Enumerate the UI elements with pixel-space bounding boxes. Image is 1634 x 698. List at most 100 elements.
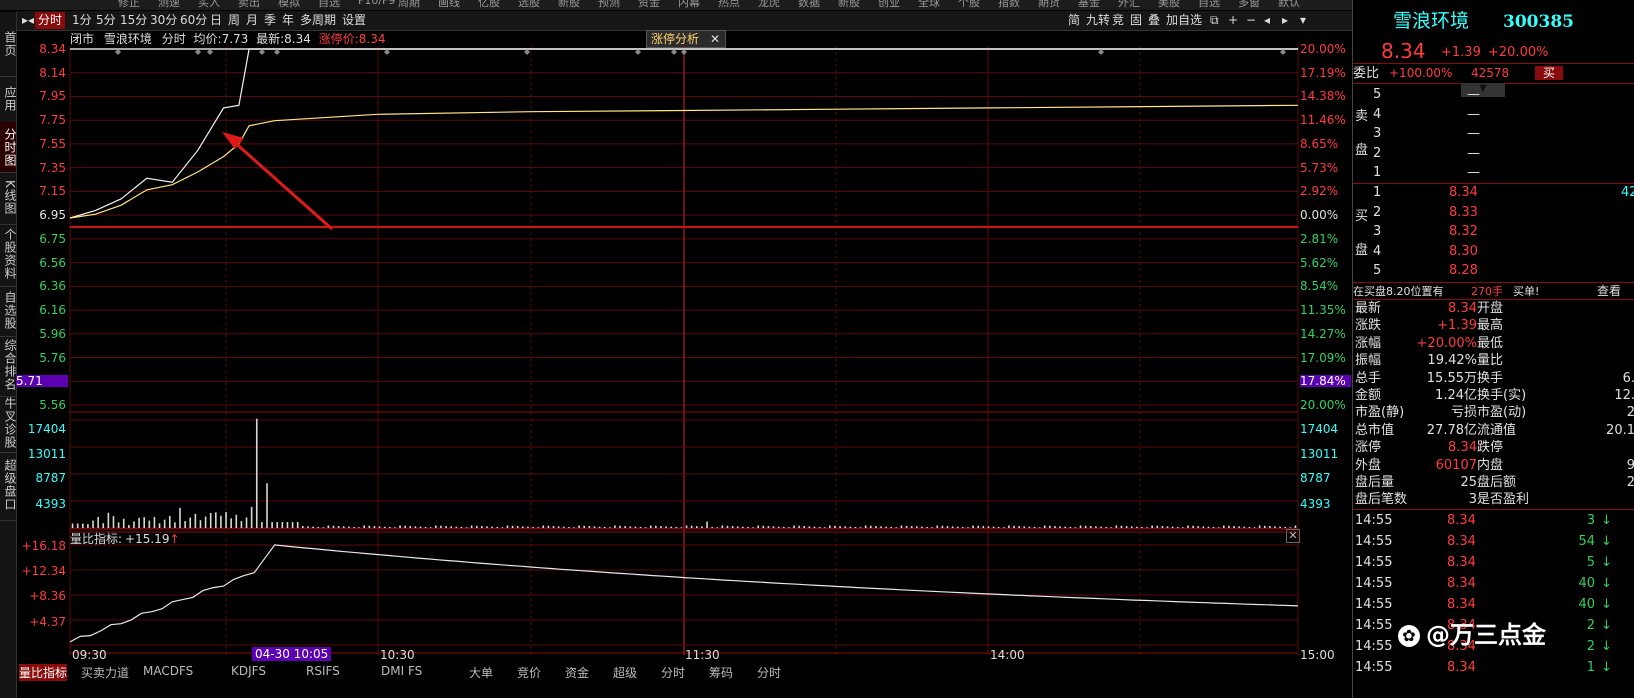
weicha-value: 42578 <box>1471 66 1510 80</box>
indicator-tab[interactable]: 分时 <box>757 664 781 681</box>
up-arrow-icon: ↑ <box>169 532 180 546</box>
trade-price: 8.34 <box>1447 555 1476 570</box>
annotation-arrow <box>231 138 333 231</box>
stat-label: 振幅 <box>1355 353 1382 369</box>
down-arrow-icon: ↓ <box>1601 576 1612 591</box>
price-tick-label: 8.14 <box>39 65 66 80</box>
volume-tick-label-right: 8787 <box>1300 471 1331 485</box>
event-marker <box>671 49 677 55</box>
stat-label: 最新 <box>1355 301 1382 316</box>
price-tick-label: 5.56 <box>39 398 66 412</box>
bid-price: 8.28 <box>1449 263 1478 278</box>
position-action: 买单! <box>1513 285 1540 298</box>
indicator-title: 量比指标: +15.19↑ <box>70 530 180 547</box>
down-arrow-icon: ↓ <box>1601 618 1612 633</box>
indicator-tab[interactable]: KDJFS <box>231 664 266 678</box>
stat-label-2: 换手 <box>1477 370 1504 386</box>
event-marker <box>195 49 201 55</box>
trade-price: 8.34 <box>1447 534 1476 549</box>
pct-tick-label: 2.81% <box>1300 231 1339 246</box>
bid-level: 5 <box>1373 263 1382 278</box>
indicator-tick-label: +16.18 <box>21 539 66 553</box>
trade-time: 14:55 <box>1355 576 1393 591</box>
ask-price: — <box>1467 106 1480 122</box>
pct-tick-label: 20.00% <box>1300 42 1346 56</box>
stat-label: 市盈(静) <box>1355 405 1405 421</box>
indicator-tab[interactable]: 超级 <box>613 664 637 681</box>
bid-volume: 42 <box>1621 185 1634 200</box>
price-tick-label: 6.56 <box>39 255 66 270</box>
trade-time: 14:55 <box>1355 597 1393 612</box>
quote-pct: +20.00% <box>1488 45 1549 60</box>
trade-volume: 3 <box>1586 513 1595 528</box>
stat-value: 27.78亿 <box>1426 422 1477 438</box>
bid-level: 2 <box>1373 204 1382 220</box>
bid-price: 8.30 <box>1449 243 1478 259</box>
price-tick-label: 5.96 <box>39 326 66 341</box>
indicator-tab[interactable]: DMI FS <box>381 664 422 678</box>
indicator-name: 量比指标: <box>70 532 123 546</box>
stat-label: 总手 <box>1355 370 1382 386</box>
pct-tick-label: 14.38% <box>1300 89 1346 104</box>
stat-value: 25 <box>1460 475 1477 490</box>
view-link[interactable]: 查看 <box>1597 283 1621 300</box>
stat-label: 涨跌 <box>1355 318 1382 334</box>
indicator-tab[interactable]: RSIFS <box>306 664 340 678</box>
stat-label-2: 跌停 <box>1477 440 1504 456</box>
price-tick-label: 6.95 <box>39 208 66 223</box>
indicator-tab[interactable]: 资金 <box>565 664 589 681</box>
buy-button[interactable]: 买 <box>1535 66 1564 80</box>
indicator-tab[interactable]: 分时 <box>661 664 685 681</box>
indicator-tab[interactable]: 买卖力道 <box>81 664 129 681</box>
price-tick-label: 6.75 <box>39 231 66 246</box>
indicator-tab[interactable]: 筹码 <box>709 664 733 681</box>
stat-value-2: 2 <box>1626 475 1634 490</box>
ask-level: 2 <box>1373 145 1382 161</box>
time-tick-label: 14:00 <box>990 648 1025 662</box>
weibi-label: 委比 <box>1353 66 1380 81</box>
volume-tick-label: 4393 <box>35 497 66 511</box>
buy-side-label: 买盘 <box>1355 209 1369 258</box>
ask-level: 1 <box>1373 165 1382 180</box>
trade-price: 8.34 <box>1447 597 1476 612</box>
event-marker <box>635 49 641 55</box>
event-marker <box>274 49 280 55</box>
indicator-value: +15.19 <box>125 532 170 546</box>
indicator-tab[interactable]: 大单 <box>469 664 493 681</box>
stat-label: 盘后量 <box>1355 475 1395 490</box>
trade-volume: 1 <box>1586 660 1595 675</box>
event-marker <box>384 49 390 55</box>
trade-price: 8.34 <box>1447 513 1476 528</box>
trade-time: 14:55 <box>1355 618 1393 633</box>
time-tick-label: 04-30 10:05 <box>252 647 332 661</box>
stat-value: 8.34 <box>1448 301 1477 316</box>
pct-tick-label: 17.19% <box>1300 65 1346 80</box>
position-note: 在买盘8.20位置有 <box>1353 285 1444 298</box>
down-arrow-icon: ↓ <box>1601 639 1612 654</box>
price-tick-label: 5.71 <box>16 375 68 388</box>
stat-label: 金额 <box>1355 388 1382 403</box>
close-indicator-icon[interactable]: ✕ <box>1286 529 1300 543</box>
indicator-tab[interactable]: 量比指标 <box>19 664 68 681</box>
price-tick-label: 7.35 <box>39 160 66 175</box>
stat-label-2: 换手(实) <box>1477 388 1527 403</box>
trade-time: 14:55 <box>1355 534 1393 549</box>
bid-level: 1 <box>1373 185 1382 200</box>
position-amount: 270手 <box>1471 285 1503 298</box>
volume-tick-label-right: 13011 <box>1300 447 1339 461</box>
indicator-tab[interactable]: MACDFS <box>143 664 193 678</box>
stat-label-2: 最低 <box>1477 335 1504 351</box>
event-marker <box>115 49 121 55</box>
event-marker <box>681 49 687 55</box>
price-tick-label: 5.76 <box>39 350 66 365</box>
indicator-tab[interactable]: 竞价 <box>517 664 541 681</box>
quote-stock-code: 300385 <box>1503 12 1574 32</box>
down-arrow-icon: ↓ <box>1601 513 1612 528</box>
divider <box>1353 63 1634 64</box>
watermark-text: @万三点金 <box>1426 621 1546 649</box>
stat-label: 外盘 <box>1355 457 1382 473</box>
stat-value-2: 20.1 <box>1606 422 1634 438</box>
bid-level: 4 <box>1373 243 1382 259</box>
trade-price: 8.34 <box>1447 576 1476 591</box>
stat-value: 亏损 <box>1450 405 1477 421</box>
